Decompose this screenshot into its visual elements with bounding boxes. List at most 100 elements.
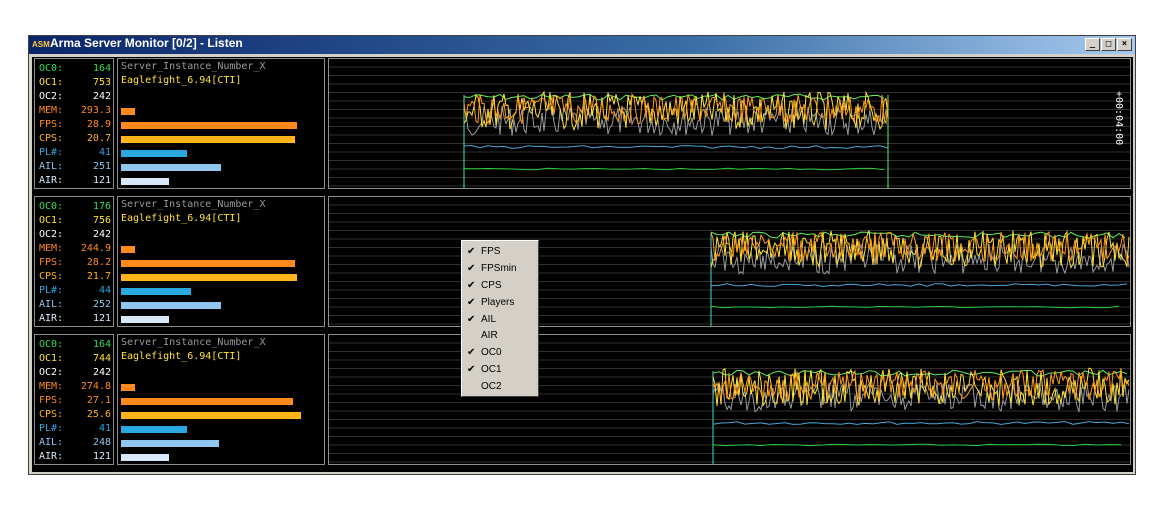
stat-label: PL#:: [39, 147, 64, 158]
performance-graph[interactable]: [328, 334, 1131, 465]
graph-context-menu: ✔ FPS ✔ FPSmin ✔ CPS ✔ Players ✔ AIL AIR ✔ OC0…: [461, 240, 539, 397]
minimize-button[interactable]: _: [1085, 38, 1100, 51]
server-panel: OC0: 176 OC1: 756 OC2: 242 MEM: 244.9 FPS: 28…: [32, 195, 1133, 330]
menu-item-players[interactable]: ✔ Players: [462, 294, 538, 311]
menu-item-label: AIR: [481, 330, 498, 342]
stat-row-mem: MEM: 293.3: [39, 104, 111, 117]
menu-item-fpsmin[interactable]: ✔ FPSmin: [462, 260, 538, 277]
stat-label: FPS:: [39, 257, 64, 268]
stat-row-mem: MEM: 274.8: [39, 380, 111, 393]
stat-row-ail: AIL: 251: [39, 160, 111, 173]
ail-bar: [121, 164, 221, 171]
menu-item-ail[interactable]: ✔ AIL: [462, 311, 538, 328]
stat-row-mem: MEM: 244.9: [39, 242, 111, 255]
server-panel: OC0: 164 OC1: 744 OC2: 242 MEM: 274.8 FPS: 27…: [32, 333, 1133, 468]
stat-value: 242: [92, 367, 111, 378]
stat-label: OC1:: [39, 77, 64, 88]
bars-box: Server_Instance_Number_X Eaglefight_6.94…: [117, 196, 325, 327]
stat-value: 121: [92, 175, 111, 186]
server-name: Server_Instance_Number_X: [121, 337, 266, 348]
fps-bar: [121, 260, 295, 267]
players-series-line: [712, 420, 1130, 425]
stat-value: 25.6: [86, 409, 111, 420]
stat-value: 164: [92, 63, 111, 74]
stat-label: OC2:: [39, 367, 64, 378]
stats-box: OC0: 176 OC1: 756 OC2: 242 MEM: 244.9 FPS: 28…: [34, 196, 114, 327]
stat-label: OC2:: [39, 229, 64, 240]
stat-label: OC0:: [39, 201, 64, 212]
oc0-series-line: [712, 369, 1128, 377]
stat-value: 28.9: [86, 119, 111, 130]
stat-label: PL#:: [39, 423, 64, 434]
players-bar: [121, 150, 187, 157]
stat-row-air: AIR: 121: [39, 312, 111, 325]
menu-item-oc2[interactable]: OC2: [462, 378, 538, 395]
client-area: OC0: 164 OC1: 753 OC2: 242 MEM: 293.3 FPS: 28…: [32, 57, 1133, 472]
stat-value: 20.7: [86, 133, 111, 144]
performance-graph[interactable]: [328, 196, 1131, 327]
menu-item-oc1[interactable]: ✔ OC1: [462, 361, 538, 378]
stat-label: AIL:: [39, 437, 64, 448]
stat-row-fps: FPS: 27.1: [39, 394, 111, 407]
stat-label: FPS:: [39, 119, 64, 130]
stat-label: AIR:: [39, 313, 64, 324]
players-bar: [121, 426, 187, 433]
time-label: +00:04:00: [1113, 91, 1124, 146]
stat-row-oc1: OC1: 756: [39, 214, 111, 227]
graph-canvas: [329, 342, 1130, 464]
stat-label: AIL:: [39, 161, 64, 172]
stat-row-oc0: OC0: 164: [39, 338, 111, 351]
stat-value: 744: [92, 353, 111, 364]
maximize-button[interactable]: □: [1101, 38, 1116, 51]
menu-item-label: AIL: [481, 313, 497, 325]
stat-row-ail: AIL: 248: [39, 436, 111, 449]
stat-value: 41: [98, 147, 111, 158]
stat-label: OC0:: [39, 339, 64, 350]
check-icon: ✔: [467, 296, 476, 308]
check-icon: ✔: [467, 262, 476, 274]
stat-value: 121: [92, 313, 111, 324]
graph-canvas: [329, 204, 1130, 326]
stat-row-cps: CPS: 21.7: [39, 270, 111, 283]
players-series-line: [463, 144, 889, 150]
bars-box: Server_Instance_Number_X Eaglefight_6.94…: [117, 334, 325, 465]
menu-item-fps[interactable]: ✔ FPS: [462, 243, 538, 260]
stats-box: OC0: 164 OC1: 753 OC2: 242 MEM: 293.3 FPS: 28…: [34, 58, 114, 189]
graph-canvas: [329, 66, 1130, 188]
air-bar: [121, 316, 169, 323]
stat-value: 753: [92, 77, 111, 88]
stat-label: AIL:: [39, 299, 64, 310]
menu-item-cps[interactable]: ✔ CPS: [462, 277, 538, 294]
stat-label: MEM:: [39, 381, 64, 392]
menu-item-label: OC0: [481, 347, 502, 359]
stat-row-oc2: OC2: 242: [39, 228, 111, 241]
performance-graph[interactable]: +00:04:00: [328, 58, 1131, 189]
menu-item-label: Players: [481, 296, 515, 308]
stat-row-pl: PL#: 41: [39, 422, 111, 435]
mission-name: Eaglefight_6.94[CTI]: [121, 351, 242, 362]
title-bar[interactable]: ASM Arma Server Monitor [0/2] - Listen _…: [29, 36, 1135, 54]
stat-value: 21.7: [86, 271, 111, 282]
stat-row-oc1: OC1: 753: [39, 76, 111, 89]
stat-label: MEM:: [39, 105, 64, 116]
check-icon: ✔: [467, 347, 476, 359]
stat-row-cps: CPS: 25.6: [39, 408, 111, 421]
menu-item-oc0[interactable]: ✔ OC0: [462, 344, 538, 361]
stat-row-oc1: OC1: 744: [39, 352, 111, 365]
stat-row-fps: FPS: 28.9: [39, 118, 111, 131]
stat-value: 252: [92, 299, 111, 310]
stat-label: OC1:: [39, 353, 64, 364]
fps-bar: [121, 122, 297, 129]
stat-label: OC1:: [39, 215, 64, 226]
stat-label: CPS:: [39, 409, 64, 420]
stat-label: AIR:: [39, 451, 64, 462]
close-button[interactable]: ×: [1117, 38, 1132, 51]
menu-item-air[interactable]: AIR: [462, 327, 538, 344]
stat-value: 44: [98, 285, 111, 296]
stat-row-air: AIR: 121: [39, 450, 111, 463]
stat-row-oc0: OC0: 176: [39, 200, 111, 213]
app-icon: ASM: [32, 40, 50, 49]
stat-label: PL#:: [39, 285, 64, 296]
stat-value: 242: [92, 91, 111, 102]
players-bar: [121, 288, 191, 295]
